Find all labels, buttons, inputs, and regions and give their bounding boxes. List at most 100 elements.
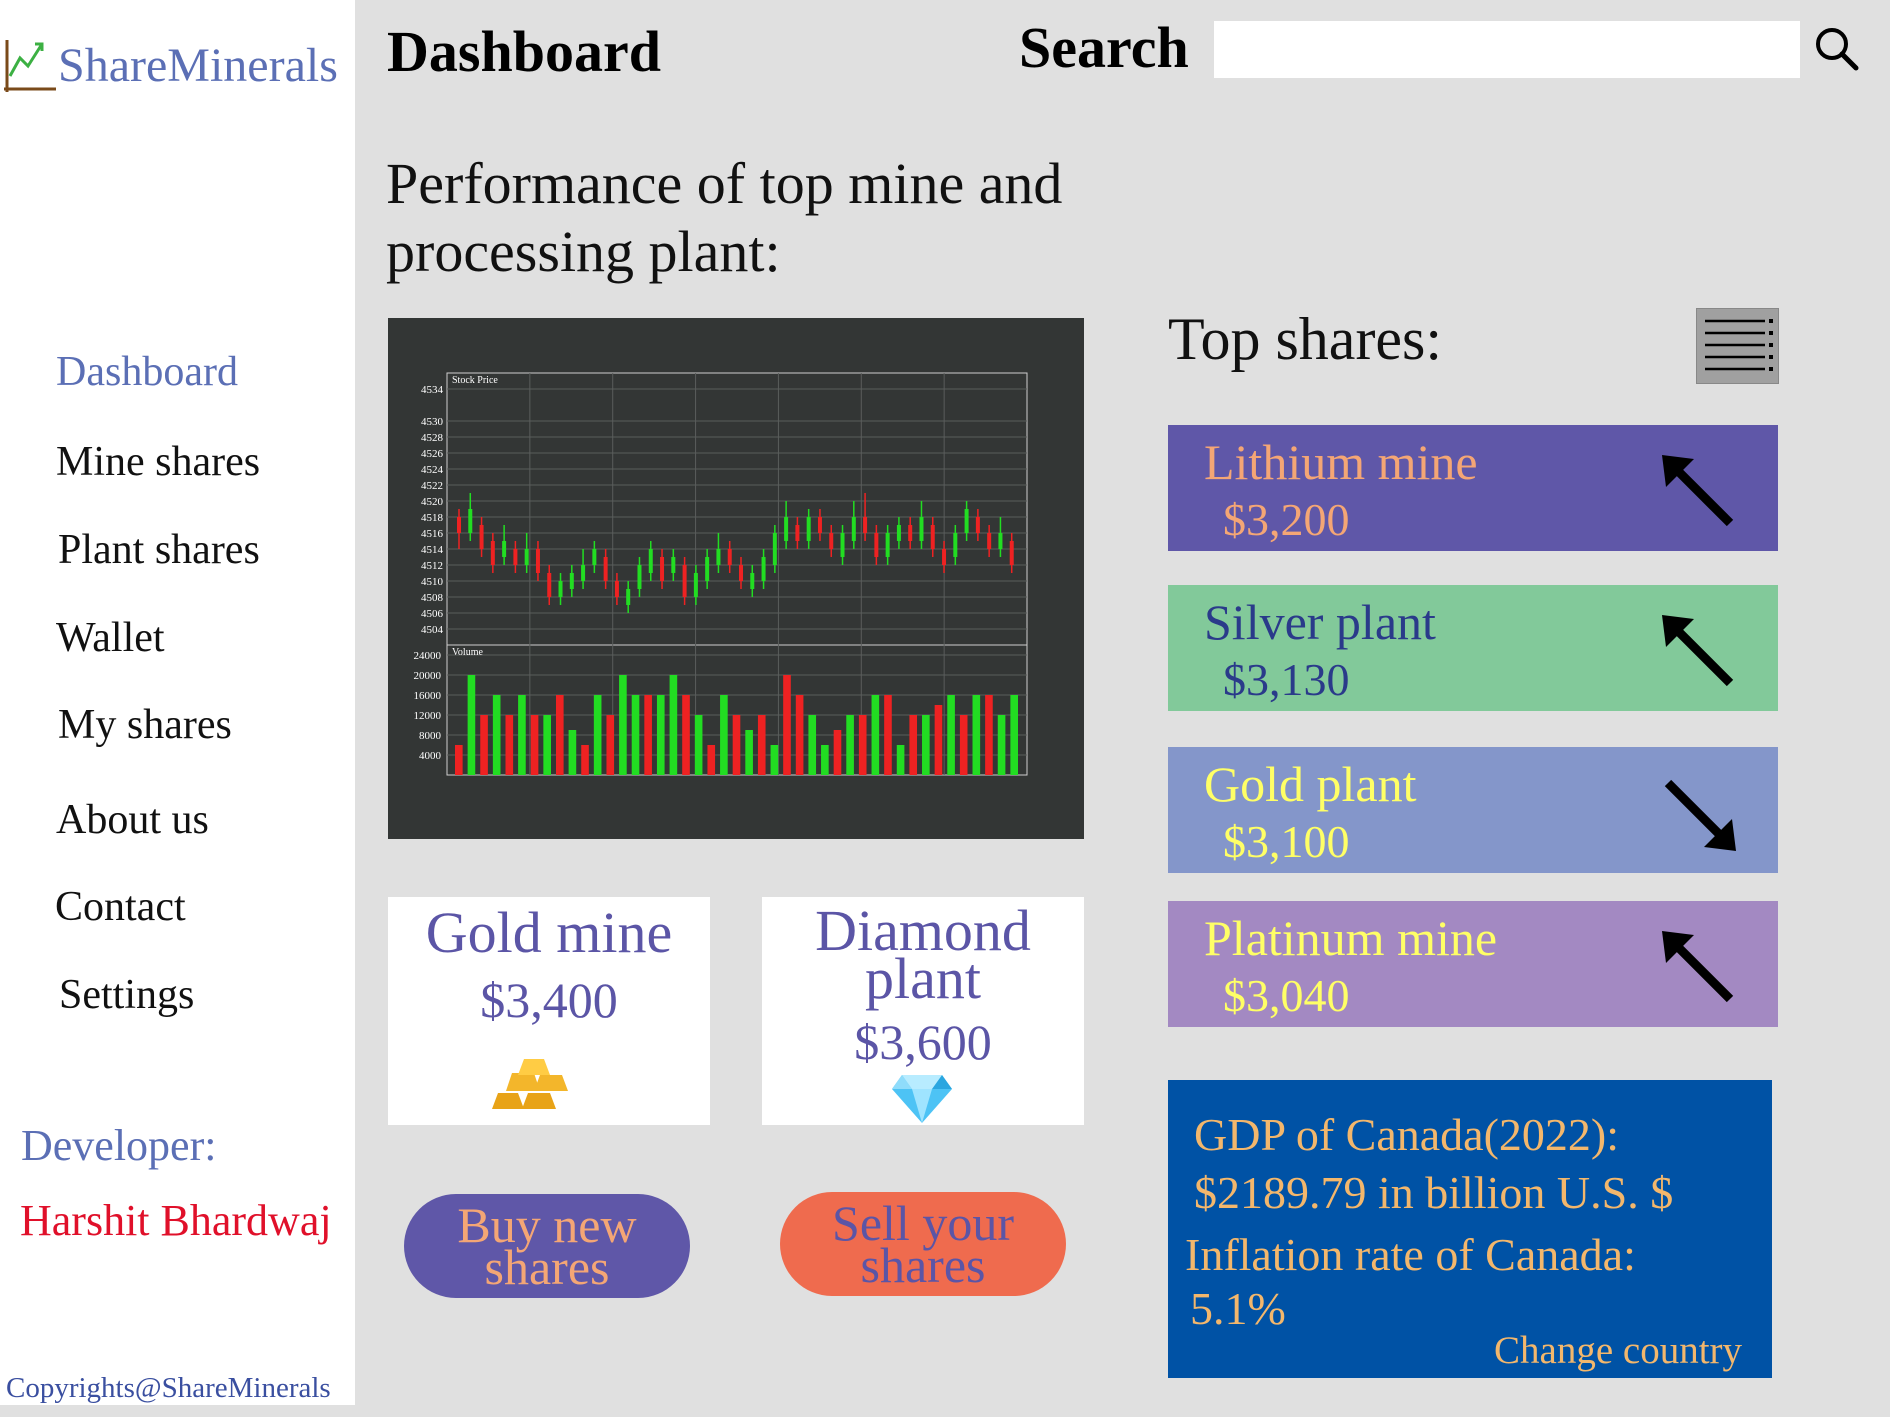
card-price: $3,600 [854,1014,992,1070]
featured-card-gold-mine[interactable]: Gold mine $3,400 [388,897,710,1125]
candle-body [829,533,834,549]
volume-bar [757,715,766,775]
volume-bar [707,745,716,775]
sidebar-item-my-shares[interactable]: My shares [58,701,232,749]
price-tick-label: 4508 [421,592,444,604]
candle-body [739,565,743,581]
candle-body [840,533,845,557]
sell-shares-label: Sell your shares [832,1195,1014,1293]
volume-bar [543,715,551,775]
volume-bar [518,695,526,775]
candle-body [896,525,901,541]
sidebar-item-mine-shares[interactable]: Mine shares [56,438,260,486]
price-tick-label: 4516 [421,528,444,540]
stock-chart-svg: 4534 4530 4528 4526 4524 4522 4520 4518 4516 4514… [414,372,1028,776]
volume-bar [505,715,514,775]
top-share-item[interactable]: Gold plant $3,100 [1168,747,1778,873]
candle-body [784,517,789,541]
volume-bar [858,715,867,775]
gdp-label: GDP of Canada(2022): [1194,1109,1619,1160]
buy-shares-label: Buy new shares [457,1197,637,1295]
price-panel-label: Stock Price [452,375,498,386]
volume-bar [656,695,665,775]
price-tick-label: 4524 [421,464,444,476]
volume-bar [770,745,779,775]
volume-bar [1010,695,1018,775]
candle-body [716,549,721,565]
candle-body [772,533,777,565]
candle-body [930,525,935,549]
share-name: Silver plant [1204,594,1436,650]
volume-bar [959,715,968,775]
sidebar-item-dashboard[interactable]: Dashboard [56,348,238,396]
candle-body [637,565,642,589]
volume-bar [530,715,539,775]
candle-body [851,517,856,541]
candle-body [626,589,631,605]
card-price: $3,400 [480,972,618,1028]
page-title: Dashboard [387,19,661,84]
candle-body [964,509,969,533]
search-icon[interactable] [1812,24,1862,74]
buy-shares-button[interactable]: Buy new shares [404,1194,690,1298]
sidebar-item-wallet[interactable]: Wallet [56,614,165,662]
sell-shares-button[interactable]: Sell your shares [780,1192,1066,1296]
candle-body [942,549,947,565]
featured-card-diamond-plant[interactable]: Diamond plant $3,600 [762,897,1084,1125]
volume-bar [846,715,854,775]
volume-tick-label: 16000 [414,690,442,702]
top-share-item[interactable]: Silver plant $3,130 [1168,585,1778,711]
candle-body [682,565,687,597]
volume-bar [480,715,488,775]
candle-body [479,525,484,549]
volume-bar [909,715,918,775]
trend-down-arrow-icon [1664,779,1736,851]
change-country-link[interactable]: Change country [1494,1328,1742,1373]
volume-bar [732,715,741,775]
volume-bar [795,695,804,775]
candle-body [727,549,732,565]
candle-body [603,557,608,581]
volume-bar [896,745,905,775]
search-input[interactable] [1214,21,1800,78]
candle-body [795,525,800,541]
brand-logo[interactable]: ShareMinerals [2,36,338,96]
volume-bar [997,715,1006,775]
country-info-panel: GDP of Canada(2022): $2189.79 in billion… [1168,1080,1772,1378]
volume-bar [555,695,564,775]
copyright-text: Copyrights@ShareMinerals [6,1372,331,1404]
candle-body [513,549,518,565]
volume-bar [808,715,817,775]
sidebar-item-about-us[interactable]: About us [56,796,209,844]
sidebar-item-plant-shares[interactable]: Plant shares [58,526,260,574]
candle-body [592,549,597,565]
volume-bar [631,695,640,775]
card-name: Diamond plant [815,898,1031,1011]
top-share-item[interactable]: Platinum mine $3,040 [1168,901,1778,1027]
developer-name: Harshit Bhardwaj [20,1196,332,1245]
candle-body [581,565,586,581]
candle-body [490,541,495,565]
candle-body [671,557,676,573]
candle-body [705,557,710,581]
stock-chart: 4534 4530 4528 4526 4524 4522 4520 4518 4516 4514… [388,318,1084,839]
candle-body [987,533,992,549]
card-name: Gold mine [425,900,673,965]
sidebar-item-contact[interactable]: Contact [55,883,186,931]
candle-body [524,549,529,565]
candle-body [614,581,619,597]
candle-body [547,573,552,597]
candle-body [885,533,890,557]
list-menu-button[interactable] [1696,308,1779,384]
volume-bar [833,730,842,775]
price-tick-label: 4526 [421,448,444,460]
volume-bar [606,715,615,775]
volume-bar [884,695,892,775]
volume-bar [644,695,652,775]
sidebar-item-settings[interactable]: Settings [59,971,194,1019]
volume-bar [694,715,703,775]
performance-title: Performance of top mine and processing p… [386,151,1063,284]
top-share-item[interactable]: Lithium mine $3,200 [1168,425,1778,551]
candle-body [750,573,755,589]
volume-panel-label: Volume [452,647,483,658]
